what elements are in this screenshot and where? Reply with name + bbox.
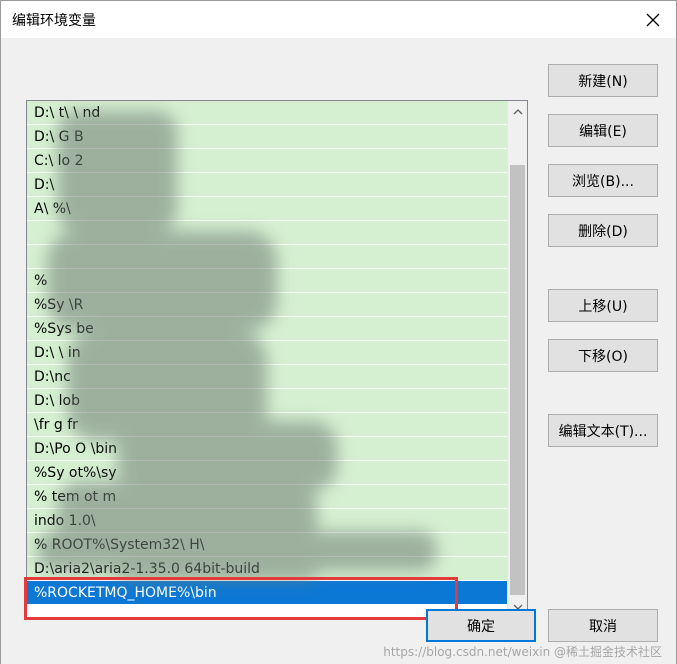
path-list-rows: D:\ t\ \ nd D:\ G B C:\ lo 2 D:\ A\ %\% %Sy … bbox=[27, 101, 507, 617]
path-row[interactable]: D:\ bbox=[27, 173, 507, 197]
close-icon bbox=[646, 13, 660, 26]
move-down-button[interactable]: 下移(O) bbox=[548, 339, 658, 372]
path-row[interactable]: D:\ \ in bbox=[27, 341, 507, 365]
new-button[interactable]: 新建(N) bbox=[548, 64, 658, 97]
path-list[interactable]: D:\ t\ \ nd D:\ G B C:\ lo 2 D:\ A\ %\% %Sy … bbox=[26, 100, 528, 618]
list-scrollbar[interactable] bbox=[507, 101, 527, 617]
path-row[interactable]: D:\ G B bbox=[27, 125, 507, 149]
path-row[interactable] bbox=[27, 221, 507, 245]
delete-button[interactable]: 删除(D) bbox=[548, 214, 658, 247]
path-row[interactable]: D:\aria2\aria2-1.35.0 64bit-build bbox=[27, 557, 507, 581]
watermark: https://blog.csdn.net/weixin @稀土掘金技术社区 bbox=[383, 645, 662, 659]
title-bar: 编辑环境变量 bbox=[0, 0, 677, 38]
path-row[interactable]: indo 1.0\ bbox=[27, 509, 507, 533]
dialog-body: D:\ t\ \ nd D:\ G B C:\ lo 2 D:\ A\ %\% %Sy … bbox=[0, 38, 677, 664]
window-title: 编辑环境变量 bbox=[12, 13, 96, 29]
cancel-button[interactable]: 取消 bbox=[548, 609, 658, 642]
path-row[interactable]: % bbox=[27, 269, 507, 293]
path-row[interactable]: % ROOT%\System32\ H\ bbox=[27, 533, 507, 557]
path-row[interactable]: D:\Po O \bin bbox=[27, 437, 507, 461]
scroll-up-button[interactable] bbox=[508, 101, 527, 121]
path-row[interactable]: D:\ t\ \ nd bbox=[27, 101, 507, 125]
path-row[interactable]: %Sy ot%\sy bbox=[27, 461, 507, 485]
path-row[interactable]: %Sy \R bbox=[27, 293, 507, 317]
path-row[interactable] bbox=[27, 245, 507, 269]
edit-button[interactable]: 编辑(E) bbox=[548, 114, 658, 147]
path-row[interactable]: C:\ lo 2 bbox=[27, 149, 507, 173]
ok-button[interactable]: 确定 bbox=[426, 609, 536, 642]
path-row-selected[interactable]: %ROCKETMQ_HOME%\bin bbox=[27, 581, 507, 605]
path-row[interactable]: \fr g fr bbox=[27, 413, 507, 437]
path-row[interactable]: D:\ lob bbox=[27, 389, 507, 413]
path-row[interactable]: %Sys be bbox=[27, 317, 507, 341]
browse-button[interactable]: 浏览(B)... bbox=[548, 164, 658, 197]
scroll-thumb[interactable] bbox=[510, 165, 525, 595]
path-row[interactable]: A\ %\ bbox=[27, 197, 507, 221]
path-row[interactable]: D:\nc bbox=[27, 365, 507, 389]
close-button[interactable] bbox=[630, 1, 676, 38]
chevron-up-icon bbox=[513, 108, 522, 114]
path-row[interactable]: % tem ot m bbox=[27, 485, 507, 509]
edit-text-button[interactable]: 编辑文本(T)... bbox=[548, 414, 658, 447]
move-up-button[interactable]: 上移(U) bbox=[548, 289, 658, 322]
